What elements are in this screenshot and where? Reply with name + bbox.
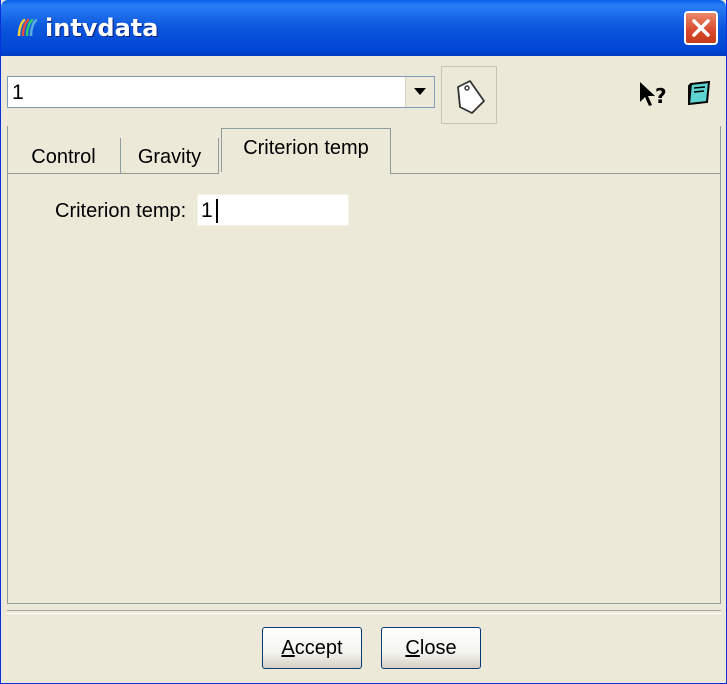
accept-button-label: Accept <box>263 637 361 660</box>
footer-divider <box>7 610 721 614</box>
close-icon <box>692 19 710 37</box>
accept-mnemonic: A <box>281 637 295 659</box>
title-bar[interactable]: intvdata <box>1 0 726 56</box>
close-mnemonic: C <box>405 637 420 659</box>
accept-label-rest: ccept <box>294 637 343 659</box>
toolbar: 1 ? <box>7 62 721 124</box>
tab-strip: Control Gravity Criterion temp <box>7 126 721 174</box>
record-combo-box[interactable]: 1 <box>7 76 435 108</box>
tag-icon <box>457 80 485 114</box>
window-title: intvdata <box>45 14 159 42</box>
tab-control[interactable]: Control <box>7 138 121 174</box>
criterion-temp-value: 1 <box>201 199 213 222</box>
close-button[interactable]: Close <box>381 627 481 669</box>
record-combo-value: 1 <box>12 81 24 104</box>
criterion-temp-input[interactable]: 1 <box>197 194 349 226</box>
accept-button[interactable]: Accept <box>262 627 362 669</box>
tab-label: Gravity <box>137 146 202 168</box>
close-window-button[interactable] <box>684 11 718 45</box>
close-button-label: Close <box>382 637 480 660</box>
active-tab-gap <box>219 172 383 175</box>
book-icon[interactable] <box>683 78 717 110</box>
app-logo-icon <box>17 18 38 37</box>
tab-criterion-temp[interactable]: Criterion temp <box>221 128 391 174</box>
svg-text:?: ? <box>655 84 667 108</box>
dialog-window: intvdata 1 ? Control Gravity Criterion t… <box>0 0 727 684</box>
tag-button[interactable] <box>441 66 497 124</box>
tab-gravity[interactable]: Gravity <box>121 138 219 174</box>
text-caret <box>216 199 218 223</box>
criterion-temp-label: Criterion temp: <box>55 200 187 222</box>
tab-label: Control <box>31 146 96 168</box>
combo-dropdown-button[interactable] <box>405 77 434 107</box>
whats-this-help-icon[interactable]: ? <box>637 78 671 110</box>
chevron-down-icon <box>414 88 426 95</box>
tab-panel <box>7 126 721 604</box>
close-label-rest: lose <box>419 637 457 659</box>
tab-label: Criterion temp <box>243 137 369 159</box>
